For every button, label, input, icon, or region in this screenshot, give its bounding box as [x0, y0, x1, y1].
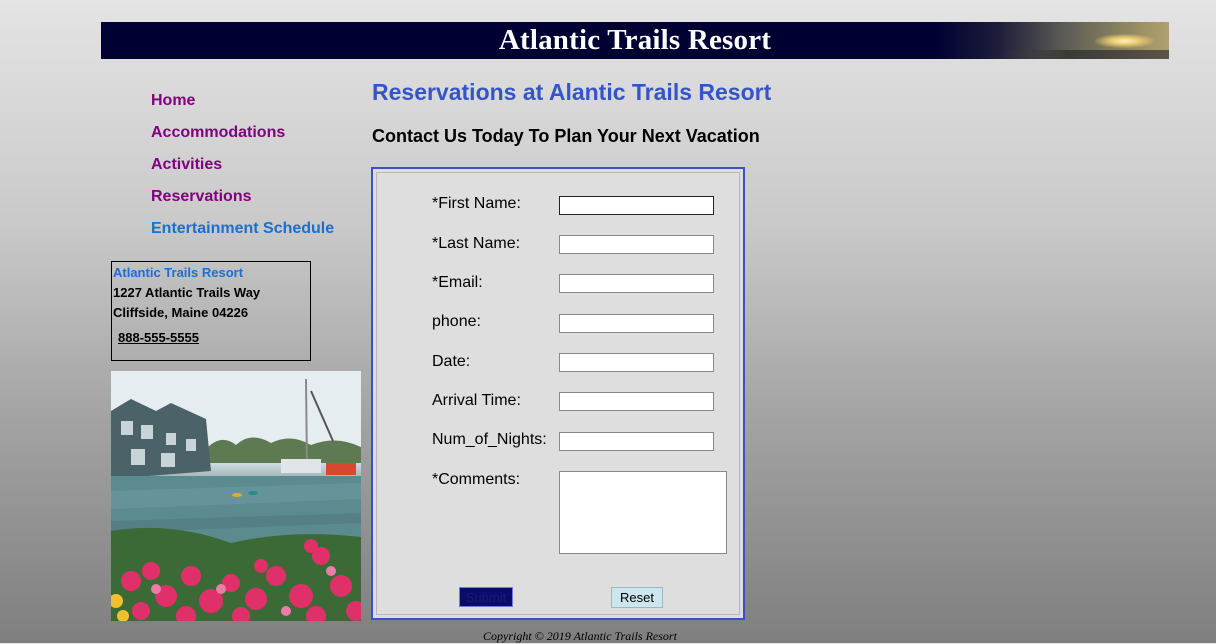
phone-input[interactable]: [559, 314, 714, 333]
nav-link-reservations[interactable]: Reservations: [151, 187, 334, 219]
address-resort-name: Atlantic Trails Resort: [113, 265, 244, 280]
site-title: Atlantic Trails Resort: [498, 24, 772, 56]
email-label: *Email:: [432, 274, 483, 291]
arrival-time-label: Arrival Time:: [432, 392, 521, 409]
form-inner-frame: *First Name: *Last Name: *Email: phone: …: [376, 172, 740, 615]
date-input[interactable]: [559, 353, 714, 372]
nav-link-home[interactable]: Home: [151, 91, 334, 123]
reservation-form: *First Name: *Last Name: *Email: phone: …: [371, 167, 745, 620]
comments-textarea[interactable]: [559, 471, 727, 554]
address-phone[interactable]: 888-555-5555: [118, 330, 199, 345]
nav-link-accommodations[interactable]: Accommodations: [151, 123, 334, 155]
email-input[interactable]: [559, 274, 714, 293]
phone-label: phone:: [432, 313, 481, 330]
num-of-nights-input[interactable]: [559, 432, 714, 451]
reset-button[interactable]: Reset: [611, 587, 663, 608]
address-city: Cliffside, Maine 04226: [113, 305, 249, 320]
comments-label: *Comments:: [432, 471, 521, 488]
num-of-nights-label: Num_of_Nights:: [432, 431, 547, 448]
submit-button[interactable]: Submit: [459, 587, 513, 607]
contact-address-box: Atlantic Trails Resort 1227 Atlantic Tra…: [111, 261, 311, 361]
main-nav: Home Accommodations Activities Reservati…: [151, 91, 334, 251]
copyright-notice: Copyright © 2019 Atlantic Trails Resort: [483, 629, 677, 643]
site-banner: Atlantic Trails Resort: [101, 22, 1169, 59]
page-heading: Reservations at Alantic Trails Resort: [372, 79, 772, 105]
last-name-input[interactable]: [559, 235, 714, 254]
first-name-label: *First Name:: [432, 195, 521, 212]
page-subheading: Contact Us Today To Plan Your Next Vacat…: [372, 126, 760, 146]
arrival-time-input[interactable]: [559, 392, 714, 411]
address-street: 1227 Atlantic Trails Way: [113, 285, 261, 300]
first-name-input[interactable]: [559, 196, 714, 215]
date-label: Date:: [432, 353, 471, 370]
nav-link-entertainment-schedule[interactable]: Entertainment Schedule: [151, 219, 334, 251]
harbor-photo-illustration: [111, 371, 361, 621]
harbor-photo: [111, 371, 361, 621]
nav-link-activities[interactable]: Activities: [151, 155, 334, 187]
last-name-label: *Last Name:: [432, 235, 521, 252]
